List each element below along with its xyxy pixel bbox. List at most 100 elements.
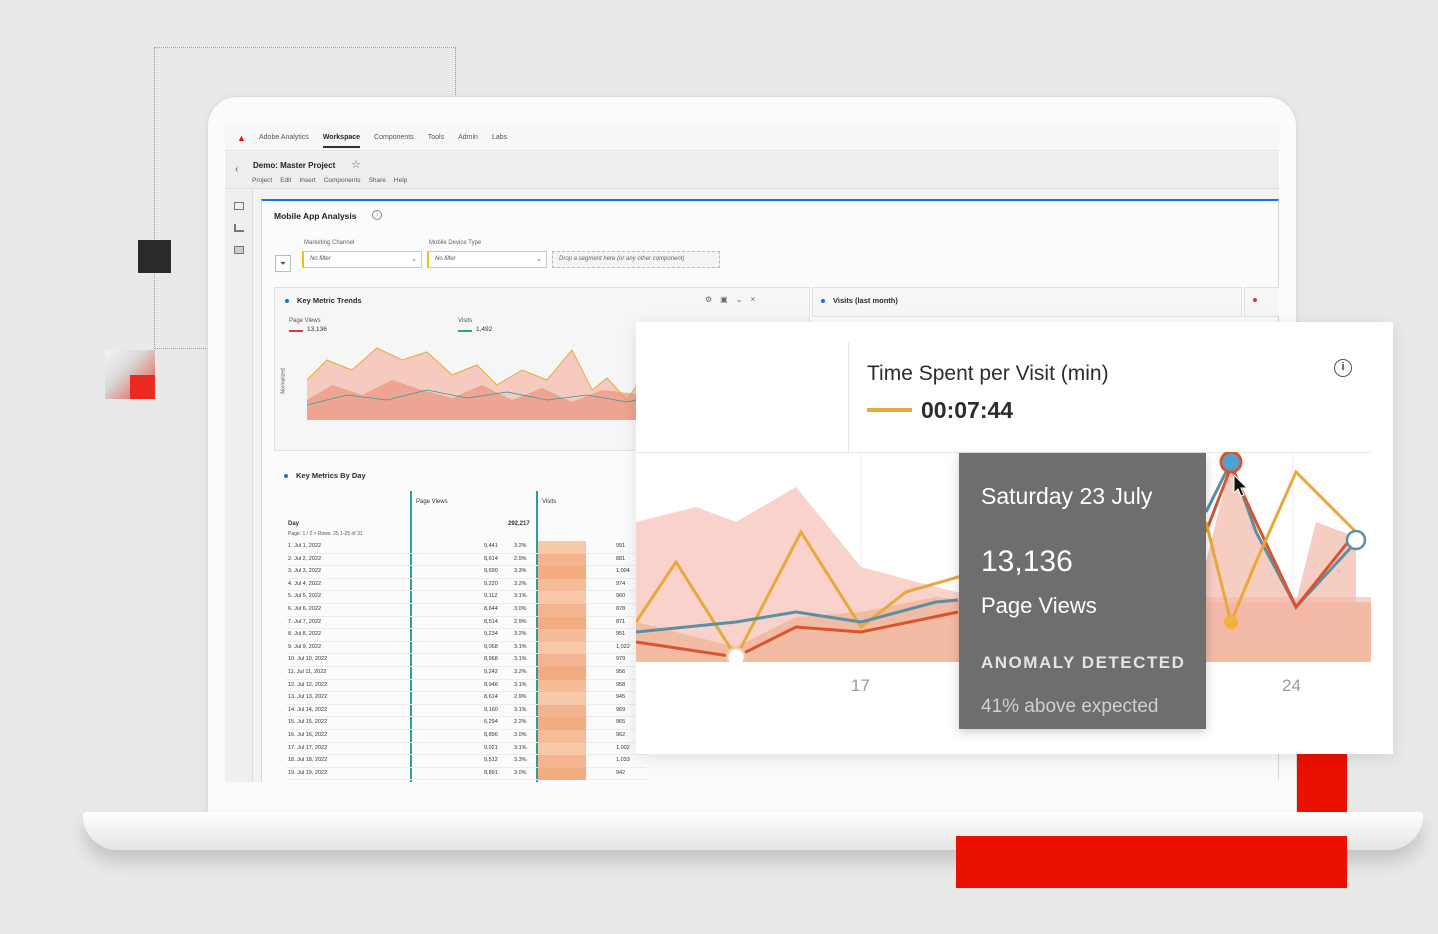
heat-cell [538,566,586,579]
row-percent: 3.0% [514,769,527,776]
table-row[interactable]: 18. Jul 18, 2022 9,512 3.3% 1,033 [286,755,646,768]
metric-value: 00:07:44 [921,397,1014,423]
nav-tools[interactable]: Tools [428,134,444,141]
card-actions: ⚙ ▣ ⌄ × [705,295,755,304]
menu-edit[interactable]: Edit [280,177,291,184]
data-point[interactable] [1224,615,1238,629]
segment-drop-zone[interactable]: Drop a segment here (or any other compon… [552,251,720,268]
heat-cell [538,629,586,642]
menu-help[interactable]: Help [394,177,407,184]
menu-components[interactable]: Components [324,177,361,184]
row-day: 14. Jul 14, 2022 [288,706,328,713]
column-header-visits[interactable]: Visits [542,499,556,505]
row-visits: 979 [616,656,626,663]
bullet-icon [285,299,289,304]
table-row[interactable]: 10. Jul 10, 2022 8,968 3.1% 979 [286,654,646,667]
row-page-views: 8,614 [484,555,498,562]
menu-insert[interactable]: Insert [299,177,315,184]
table-row[interactable]: 3. Jul 3, 2022 9,690 3.3% 1,004 [286,566,646,579]
row-visits: 881 [616,555,626,562]
menu-project[interactable]: Project [252,177,272,184]
area-right [1196,462,1356,652]
nav-components[interactable]: Components [374,134,414,141]
bullet-icon [1253,298,1257,302]
table-row[interactable]: 7. Jul 7, 2022 8,514 2.9% 871 [286,616,646,630]
row-day: 1. Jul 1, 2022 [288,543,322,549]
table-row[interactable]: 6. Jul 6, 2022 8,644 3.0% 878 [286,604,646,617]
table-row[interactable]: 11. Jul 11, 2022 9,242 3.2% 956 [286,667,646,680]
heat-cell [538,553,586,567]
table-pager[interactable]: Page: 1 / 2 > Rows: 25 1-25 of 31 [288,531,363,537]
table-row[interactable]: 19. Jul 19, 2022 8,891 3.0% 942 [286,767,646,781]
page-views-total: 292,217 [508,521,530,527]
row-visits: 945 [616,694,626,701]
row-page-views: 9,512 [484,757,498,764]
close-icon[interactable]: × [750,295,755,304]
menu-share[interactable]: Share [369,177,386,184]
table-row[interactable]: 14. Jul 14, 2022 9,160 3.1% 969 [286,704,646,718]
table-header: Key Metrics By Day [284,471,366,480]
table-row[interactable]: 8. Jul 8, 2022 9,234 3.2% 951 [286,629,646,642]
nav-admin[interactable]: Admin [458,134,478,141]
table-row[interactable]: 4. Jul 4, 2022 9,220 3.2% 974 [286,578,646,592]
row-visits: 871 [616,618,626,625]
data-point[interactable] [725,646,747,662]
legend-swatch-page-views [289,330,303,332]
table-row[interactable]: 2. Jul 2, 2022 8,614 2.9% 881 [286,553,646,567]
back-chevron-icon[interactable]: ‹ [235,164,238,175]
table-row[interactable]: 16. Jul 16, 2022 8,896 3.0% 962 [286,730,646,743]
heat-cell [538,692,586,705]
row-day: 3. Jul 3, 2022 [288,568,322,575]
components-icon[interactable] [234,246,244,254]
star-icon[interactable]: ☆ [351,158,361,171]
column-header-page-views[interactable]: Page Views [416,499,448,505]
heat-cell [538,767,586,781]
table-row[interactable]: 9. Jul 9, 2022 9,068 3.1% 1,022 [286,641,646,655]
metric-value-page-views: 13,136 [307,326,327,333]
row-percent: 3.1% [514,706,527,713]
gear-icon[interactable]: ⚙ [705,295,712,304]
chevron-down-icon[interactable]: ⌄ [736,295,743,304]
table-row[interactable]: 5. Jul 5, 2022 9,112 3.1% 960 [286,591,646,604]
row-visits: 960 [616,593,626,600]
cursor-icon [1233,474,1249,497]
filter-label-device: Mobile Device Type [429,240,482,246]
row-percent: 3.3% [514,757,527,764]
row-day: 17. Jul 17, 2022 [288,744,328,751]
metric-value-visits: 1,492 [476,326,493,333]
table-row[interactable]: 1. Jul 1, 2022 9,441 3.2% 991 [286,541,646,554]
row-page-views: 8,614 [484,694,498,701]
row-percent: 3.1% [514,593,527,600]
table-row[interactable]: 15. Jul 15, 2022 6,294 2.2% 965 [286,717,646,730]
top-navigation: ▲ Adobe Analytics Workspace Components T… [225,124,1279,151]
bullet-icon [284,474,288,479]
decorative-red-bar [956,836,1347,888]
filter-icon[interactable]: ⏷ [275,255,291,272]
filter-label-channel: Marketing Channel [304,240,355,246]
visualizations-icon[interactable] [234,224,244,232]
column-header-day[interactable]: Day [288,521,299,527]
metric-label-page-views: Page Views [289,318,321,324]
row-page-views: 9,690 [484,568,498,575]
row-page-views: 9,220 [484,580,498,587]
row-percent: 3.1% [514,656,527,663]
nav-workspace[interactable]: Workspace [322,134,361,148]
device-dropdown[interactable]: No filter ⌄ [427,251,547,268]
edit-icon[interactable]: ▣ [720,295,728,304]
table-row[interactable]: 13. Jul 13, 2022 8,614 2.9% 945 [286,692,646,705]
channel-dropdown[interactable]: No filter ⌄ [302,251,422,268]
info-icon[interactable]: i [1334,359,1352,377]
row-percent: 3.1% [514,681,527,688]
row-day: 6. Jul 6, 2022 [288,606,322,612]
table-row[interactable]: 17. Jul 17, 2022 9,021 3.1% 1,002 [286,742,646,756]
card-header: Key Metric Trends [285,296,362,305]
heat-cell [538,704,586,718]
info-icon[interactable]: i [372,210,382,220]
anomaly-point[interactable] [1219,452,1243,474]
row-percent: 2.9% [514,555,527,562]
nav-labs[interactable]: Labs [492,134,507,141]
data-point[interactable] [1345,529,1367,551]
table-row[interactable]: 12. Jul 12, 2022 8,948 3.1% 958 [286,679,646,693]
row-percent: 3.0% [514,606,527,612]
panels-icon[interactable] [234,202,244,210]
